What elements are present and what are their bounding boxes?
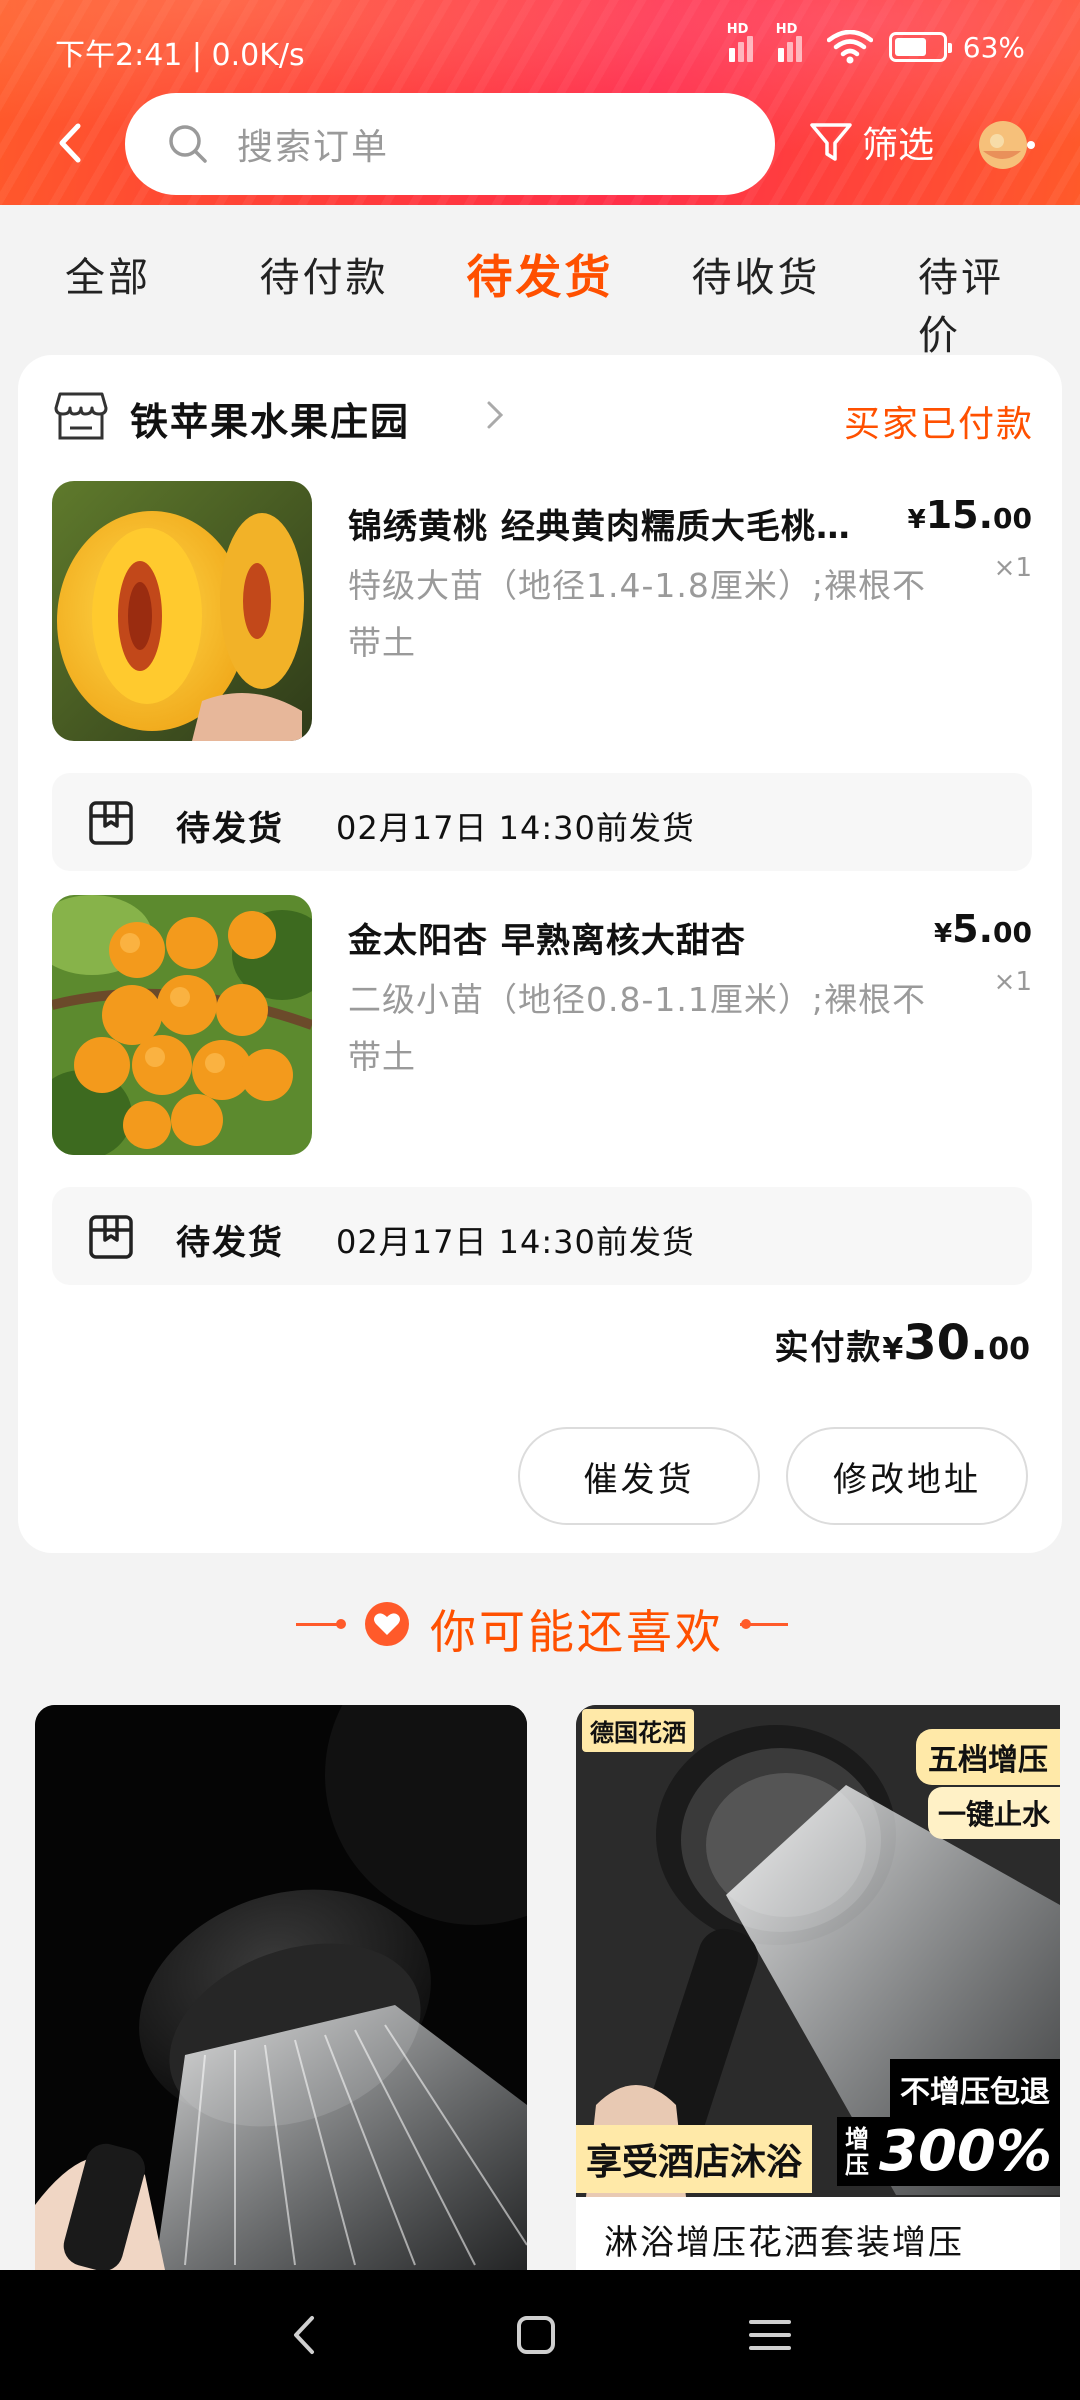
battery-percent: 63% — [962, 30, 1025, 64]
tag-pressure: 增压 300% — [836, 2117, 1060, 2186]
ship-deadline: 02月17日 14:30前发货 — [336, 1223, 695, 1261]
search-input[interactable]: 搜索订单 — [125, 93, 775, 195]
avatar-icon[interactable] — [975, 115, 1037, 173]
urge-shipping-button[interactable]: 催发货 — [518, 1427, 760, 1525]
recommend-product-card[interactable]: 德国花洒 五档增压 一键止水 不增压包退 享受酒店沐浴 增压 300% 淋浴增压… — [576, 1705, 1060, 2270]
order-item[interactable]: 锦绣黄桃 经典黄肉糯质大毛桃… 特级大苗（地径1.4-1.8厘米）;裸根不带土 … — [52, 481, 1032, 743]
recommend-header: 你可能还喜欢 — [0, 1588, 1080, 1659]
chevron-right-icon — [487, 401, 504, 429]
product-image-shower-head[interactable] — [35, 1705, 527, 2270]
shop-row[interactable]: 铁苹果水果庄园 买家已付款 — [54, 385, 1034, 445]
package-icon — [89, 1215, 133, 1259]
status-icons: HD HD 63% — [727, 22, 1025, 64]
shop-name[interactable]: 铁苹果水果庄园 — [130, 391, 410, 446]
status-time-speed: 下午2:41 | 0.0K/s — [55, 38, 305, 73]
product-price: ¥5.00 — [934, 907, 1032, 951]
ship-status: 待发货 — [176, 809, 284, 849]
back-icon[interactable] — [50, 118, 90, 168]
filter-label: 筛选 — [862, 125, 935, 166]
product-image-apricot[interactable] — [52, 895, 312, 1155]
total-paid: 实付款¥30.00 — [774, 1315, 1030, 1371]
tag-brand: 德国花洒 — [582, 1709, 694, 1752]
tag-one-key-stop: 一键止水 — [927, 1787, 1060, 1839]
tab-to-pay[interactable]: 待付款 — [260, 245, 389, 303]
divider-dot — [336, 1619, 346, 1629]
recommend-product-card[interactable] — [35, 1705, 527, 2270]
filter-icon — [810, 123, 852, 161]
product-sku: 二级小苗（地径0.8-1.1厘米）;裸根不带土 — [348, 980, 926, 1076]
system-nav-bar — [0, 2270, 1080, 2400]
search-placeholder: 搜索订单 — [237, 127, 390, 168]
nav-menu-icon[interactable] — [745, 2310, 795, 2360]
status-bar: 下午2:41 | 0.0K/s HD HD 63% — [0, 0, 1080, 92]
wifi-icon — [826, 30, 873, 64]
tab-to-ship[interactable]: 待发货 — [467, 241, 614, 307]
tag-five-modes: 五档增压 — [916, 1729, 1060, 1785]
product-quantity: ×1 — [993, 967, 1032, 997]
recommend-product-title[interactable]: 淋浴增压花洒套装增压 — [604, 2215, 964, 2264]
battery-icon — [888, 32, 952, 62]
header: 下午2:41 | 0.0K/s HD HD 63% 搜索订单 筛选 — [0, 0, 1080, 205]
tab-to-review[interactable]: 待评价 — [918, 245, 1026, 361]
shipping-info: 待发货 02月17日 14:30前发货 — [52, 773, 1032, 871]
shop-icon — [54, 392, 108, 440]
change-address-button[interactable]: 修改地址 — [786, 1427, 1028, 1525]
recommend-title: 你可能还喜欢 — [430, 1605, 724, 1659]
product-sku: 特级大苗（地径1.4-1.8厘米）;裸根不带土 — [348, 566, 926, 662]
order-status: 买家已付款 — [843, 404, 1034, 445]
ship-deadline: 02月17日 14:30前发货 — [336, 809, 695, 847]
order-card: 铁苹果水果庄园 买家已付款 锦绣黄桃 经典黄肉糯质大毛桃… 特级大苗（地径1.4… — [18, 355, 1062, 1553]
product-price: ¥15.00 — [907, 493, 1032, 537]
nav-back-icon[interactable] — [280, 2310, 330, 2360]
search-icon — [169, 125, 207, 163]
nav-home-icon[interactable] — [511, 2310, 561, 2360]
package-icon — [89, 801, 133, 845]
product-image-shower-set[interactable]: 德国花洒 五档增压 一键止水 不增压包退 享受酒店沐浴 增压 300% — [576, 1705, 1060, 2197]
ship-status: 待发货 — [176, 1223, 284, 1263]
product-image-peach[interactable] — [52, 481, 312, 741]
product-title[interactable]: 金太阳杏 早熟离核大甜杏 — [348, 913, 908, 962]
tag-refund: 不增压包退 — [890, 2059, 1060, 2119]
signal-icon: HD — [727, 22, 762, 62]
divider — [740, 1623, 788, 1626]
tab-all[interactable]: 全部 — [65, 245, 151, 303]
heart-icon — [365, 1602, 409, 1646]
product-title[interactable]: 锦绣黄桃 经典黄肉糯质大毛桃… — [348, 499, 908, 548]
signal-icon-2: HD — [776, 22, 811, 62]
tag-hotel-shower: 享受酒店沐浴 — [576, 2125, 813, 2193]
order-item[interactable]: 金太阳杏 早熟离核大甜杏 二级小苗（地径0.8-1.1厘米）;裸根不带土 ¥5.… — [52, 895, 1032, 1157]
product-quantity: ×1 — [993, 553, 1032, 583]
shipping-info: 待发货 02月17日 14:30前发货 — [52, 1187, 1032, 1285]
order-tabs: 全部 待付款 待发货 待收货 待评价 — [0, 205, 1080, 359]
tab-to-receive[interactable]: 待收货 — [692, 245, 821, 303]
filter-button[interactable]: 筛选 — [808, 112, 934, 172]
